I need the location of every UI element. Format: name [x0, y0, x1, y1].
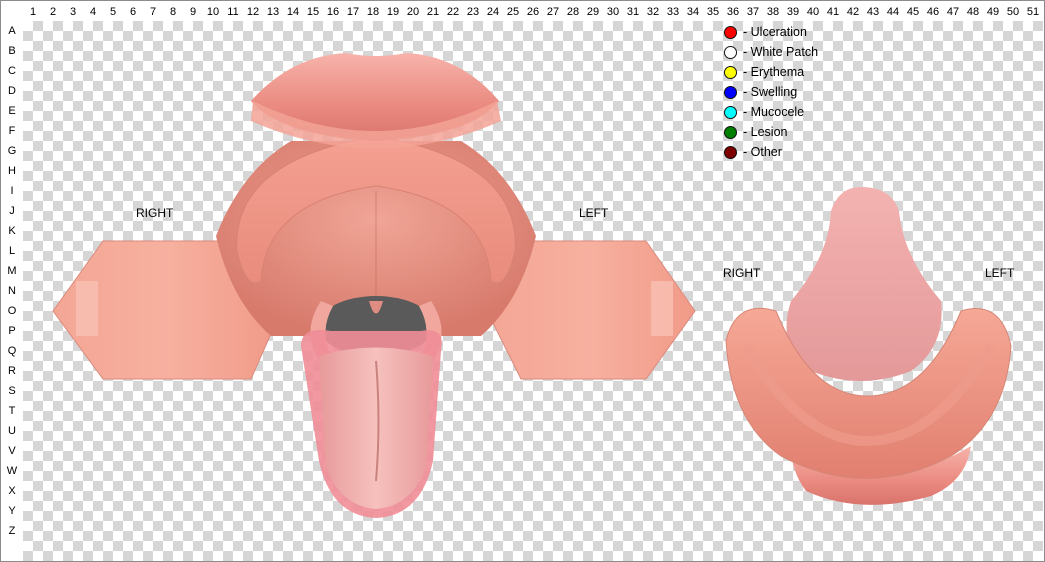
legend-item[interactable]: - Erythema	[724, 63, 804, 81]
legend-color-swatch[interactable]	[724, 86, 737, 100]
upper-left-label: LEFT	[579, 206, 609, 220]
legend-item[interactable]: - White Patch	[724, 43, 818, 61]
lower-tongue	[786, 187, 942, 381]
legend-label: - Mucocele	[743, 105, 805, 119]
lower-right-label: RIGHT	[723, 266, 761, 280]
legend-item[interactable]: - Mucocele	[724, 103, 804, 121]
legend-color-swatch[interactable]	[724, 126, 737, 140]
lower-left-label: LEFT	[985, 266, 1015, 280]
legend-color-swatch[interactable]	[724, 66, 737, 80]
mouth-map-canvas[interactable]: 1 2 3 4 5 6 7 8 9 10 11 12 13 14 15 16 17 18 19 20 21 22 23 24 2…	[0, 0, 1045, 562]
legend-label: - Other	[743, 145, 782, 159]
left-cheek-highlight	[651, 281, 673, 336]
legend-label: - Erythema	[743, 65, 805, 79]
legend-label: - Lesion	[743, 125, 788, 139]
legend-color-swatch[interactable]	[724, 106, 737, 120]
right-cheek-highlight	[76, 281, 98, 336]
legend-item[interactable]: - Lesion	[724, 123, 787, 141]
legend-color-swatch[interactable]	[724, 26, 737, 40]
legend-item[interactable]: - Ulceration	[724, 23, 807, 41]
legend-label: - White Patch	[743, 45, 819, 59]
legend-label: - Swelling	[743, 85, 798, 99]
upper-right-label: RIGHT	[136, 206, 174, 220]
legend-item[interactable]: - Other	[724, 143, 782, 161]
oral-cavity-diagram	[52, 53, 1012, 518]
upper-mouth-diagram	[52, 53, 696, 518]
legend-color-swatch[interactable]	[724, 146, 737, 160]
legend-item[interactable]: - Swelling	[724, 83, 797, 101]
legend-color-swatch[interactable]	[724, 46, 737, 60]
lower-mouth-diagram	[725, 187, 1012, 505]
legend-label: - Ulceration	[743, 25, 807, 39]
